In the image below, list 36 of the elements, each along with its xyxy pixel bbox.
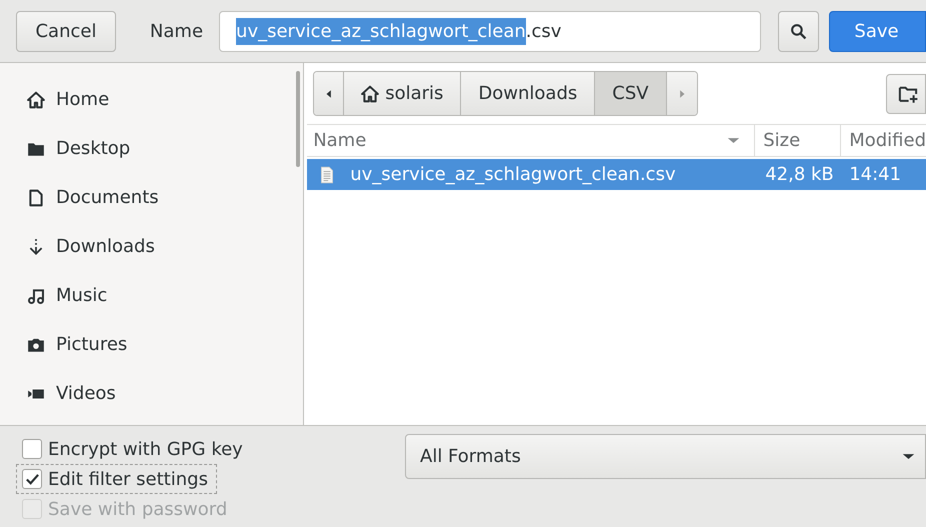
sidebar-item[interactable]: Music: [56, 282, 108, 309]
sidebar-item[interactable]: Desktop: [56, 135, 130, 162]
sidebar-item[interactable]: Downloads: [56, 233, 155, 260]
download-icon: [27, 238, 45, 256]
sidebar-item[interactable]: Home: [56, 86, 110, 113]
file-name: uv_service_az_schlagwort_clean.csv: [350, 163, 676, 187]
scroll-left-button[interactable]: [314, 72, 344, 115]
music-note-icon: [27, 286, 45, 304]
path-segment[interactable]: CSV: [595, 72, 667, 115]
name-label: Name: [150, 20, 204, 44]
file-modified-time: 14:41: [848, 163, 902, 187]
save-button[interactable]: Save: [829, 10, 926, 52]
cancel-button[interactable]: Cancel: [16, 10, 116, 52]
search-button[interactable]: [778, 10, 820, 52]
checkbox-option: Save with password: [16, 494, 236, 524]
path-segment[interactable]: Downloads: [461, 72, 596, 115]
format-dropdown[interactable]: All Formats: [405, 434, 926, 479]
sidebar-item[interactable]: Pictures: [56, 331, 128, 358]
scrollbar[interactable]: [296, 71, 300, 167]
checkmark-icon: [24, 472, 40, 486]
checkbox-option[interactable]: Encrypt with GPG key: [16, 434, 252, 464]
search-icon: [790, 22, 808, 40]
column-header[interactable]: Name: [307, 125, 756, 156]
scroll-right-button[interactable]: [666, 72, 697, 115]
home-icon: [27, 90, 45, 108]
sidebar-item[interactable]: Videos: [56, 380, 116, 407]
document-icon: [27, 188, 45, 206]
checkbox-option[interactable]: Edit filter settings: [16, 464, 217, 494]
column-header[interactable]: Modified: [841, 125, 926, 156]
new-folder-button[interactable]: [886, 74, 926, 114]
column-header[interactable]: Size: [755, 125, 842, 156]
home-icon: [361, 84, 380, 102]
filename-field[interactable]: uv_service_az_schlagwort_clean.csv: [219, 10, 762, 52]
sidebar-item[interactable]: Documents: [56, 184, 159, 211]
file-size: 42,8 kB: [764, 163, 835, 187]
path-segment[interactable]: solaris: [344, 72, 462, 115]
